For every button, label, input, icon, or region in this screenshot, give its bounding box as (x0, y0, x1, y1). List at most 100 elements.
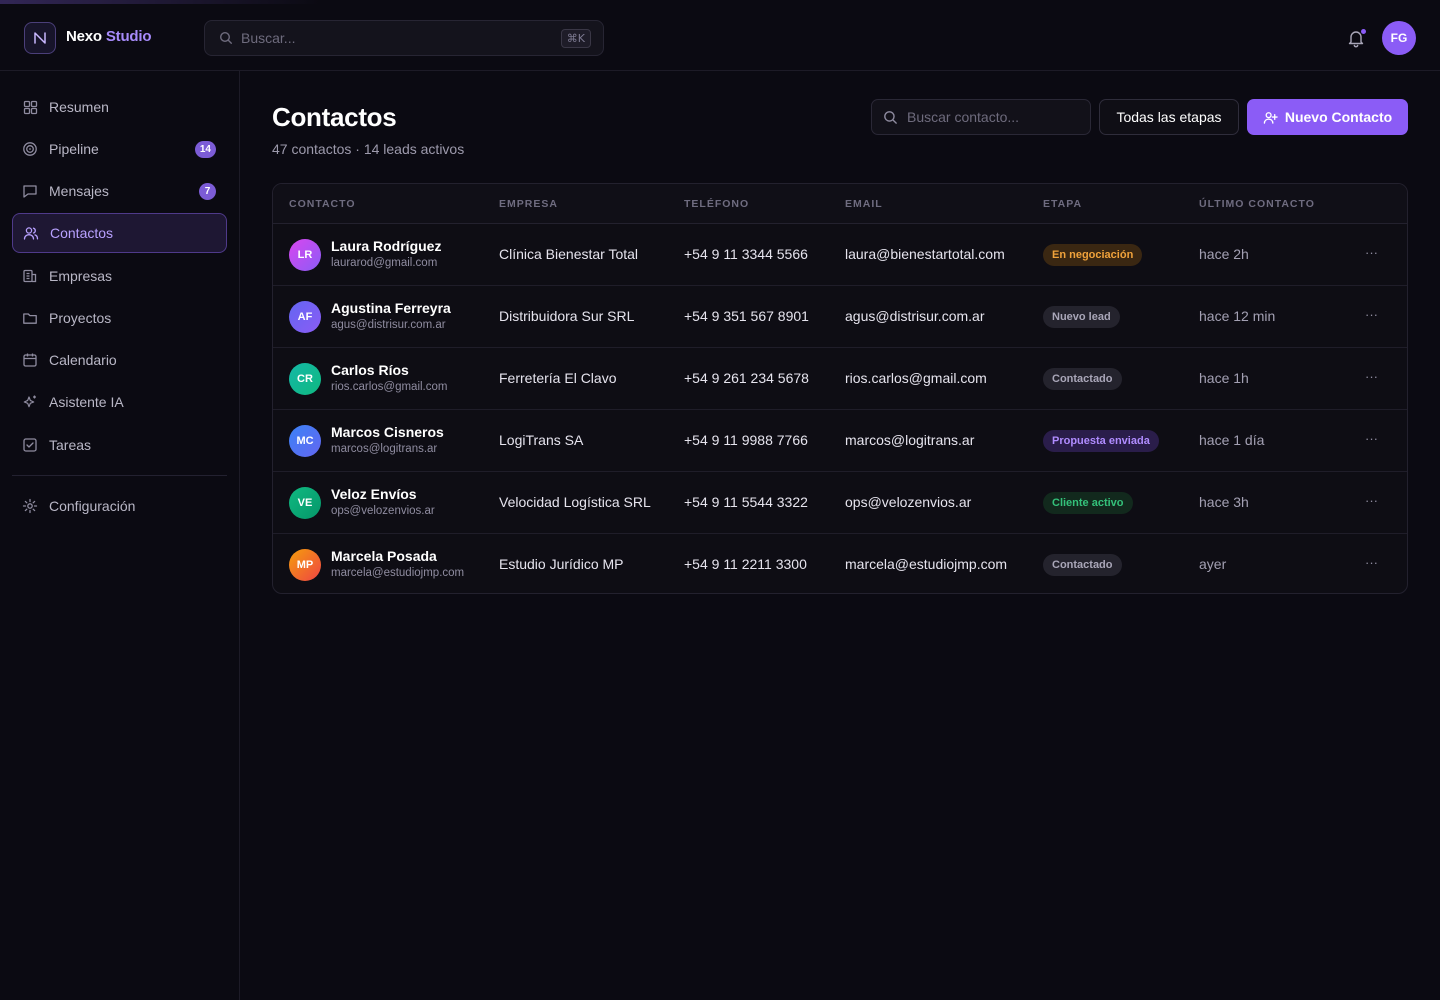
row-more-button[interactable]: ··· (1365, 555, 1378, 570)
contact-subtitle-email: laurarod@gmail.com (331, 257, 438, 269)
contacts-table: CONTACTO EMPRESA TELÉFONO EMAIL ETAPA ÚL… (272, 183, 1408, 594)
email-cell: rios.carlos@gmail.com (845, 370, 987, 386)
sidebar-item-proyectos[interactable]: Proyectos (12, 298, 227, 338)
sparkle-icon (22, 394, 38, 410)
global-search-input[interactable]: Buscar... ⌘K (204, 20, 604, 56)
brand-name[interactable]: Nexo Studio (66, 28, 152, 45)
notification-dot (1361, 29, 1366, 34)
column-header-empresa[interactable]: EMPRESA (499, 198, 558, 210)
stage-filter-dropdown[interactable]: Todas las etapas (1099, 99, 1239, 135)
new-contact-label: Nuevo Contacto (1284, 109, 1393, 125)
sidebar-item-resumen[interactable]: Resumen (12, 87, 227, 127)
contact-name[interactable]: Marcos Cisneros (331, 424, 444, 440)
dashboard-icon (22, 99, 38, 115)
sidebar-item-empresas[interactable]: Empresas (12, 256, 227, 296)
column-header-etapa[interactable]: ETAPA (1043, 198, 1082, 210)
email-cell: laura@bienestartotal.com (845, 246, 1005, 262)
page-subtitle: 47 contactos · 14 leads activos (272, 141, 465, 157)
contact-subtitle-email: marcos@logitrans.ar (331, 443, 438, 455)
avatar: MP (289, 549, 321, 581)
contact-search-input[interactable]: Buscar contacto... (871, 99, 1091, 135)
company-cell: LogiTrans SA (499, 432, 584, 448)
table-row[interactable]: MC Marcos Cisneros marcos@logitrans.ar L… (273, 410, 1407, 472)
table-row[interactable]: MP Marcela Posada marcela@estudiojmp.com… (273, 534, 1407, 593)
row-more-button[interactable]: ··· (1365, 245, 1378, 260)
sidebar-item-label: Asistente IA (49, 394, 124, 410)
contact-name[interactable]: Carlos Ríos (331, 362, 409, 378)
sidebar-item-configuracion[interactable]: Configuración (12, 486, 227, 526)
add-user-icon (1263, 110, 1278, 125)
brand-part2: Studio (105, 28, 152, 45)
users-icon (23, 225, 39, 241)
sidebar-item-label: Empresas (49, 268, 113, 284)
contact-search-placeholder: Buscar contacto... (907, 109, 1020, 125)
row-more-button[interactable]: ··· (1365, 369, 1378, 384)
company-cell: Distribuidora Sur SRL (499, 308, 635, 324)
email-cell: agus@distrisur.com.ar (845, 308, 985, 324)
sidebar-item-label: Pipeline (49, 141, 99, 157)
sidebar-item-contactos[interactable]: Contactos (12, 213, 227, 253)
company-cell: Clínica Bienestar Total (499, 246, 639, 262)
avatar: VE (289, 487, 321, 519)
sidebar-item-mensajes[interactable]: Mensajes 7 (12, 171, 227, 211)
last-contact-cell: hace 12 min (1199, 308, 1276, 324)
phone-cell: +54 9 11 5544 3322 (684, 494, 808, 510)
sidebar-item-tareas[interactable]: Tareas (12, 425, 227, 465)
sidebar-item-asistente-ia[interactable]: Asistente IA (12, 382, 227, 422)
table-header: CONTACTO EMPRESA TELÉFONO EMAIL ETAPA ÚL… (273, 184, 1407, 224)
search-icon (219, 31, 233, 45)
contact-subtitle-email: ops@velozenvios.ar (331, 505, 435, 517)
avatar: MC (289, 425, 321, 457)
table-row[interactable]: VE Veloz Envíos ops@velozenvios.ar Veloc… (273, 472, 1407, 534)
company-cell: Ferretería El Clavo (499, 370, 617, 386)
logo-icon[interactable] (24, 22, 56, 54)
sidebar-item-label: Proyectos (49, 310, 112, 326)
shortcut-hint: ⌘K (560, 29, 591, 48)
last-contact-cell: hace 1h (1199, 370, 1249, 386)
building-icon (22, 268, 38, 284)
last-contact-cell: hace 3h (1199, 494, 1249, 510)
contact-subtitle-email: agus@distrisur.com.ar (331, 319, 446, 331)
search-icon (883, 110, 898, 125)
sidebar-item-label: Contactos (50, 225, 114, 241)
row-more-button[interactable]: ··· (1365, 493, 1378, 508)
message-icon (22, 183, 38, 199)
table-row[interactable]: LR Laura Rodríguez laurarod@gmail.com Cl… (273, 224, 1407, 286)
contact-name[interactable]: Marcela Posada (331, 548, 437, 564)
email-cell: marcos@logitrans.ar (845, 432, 975, 448)
sidebar-item-pipeline[interactable]: Pipeline 14 (12, 129, 227, 169)
user-avatar[interactable]: FG (1382, 21, 1416, 55)
sidebar-item-calendario[interactable]: Calendario (12, 340, 227, 380)
contact-name[interactable]: Laura Rodríguez (331, 238, 441, 254)
status-badge: Nuevo lead (1043, 306, 1120, 328)
table-row[interactable]: CR Carlos Ríos rios.carlos@gmail.com Fer… (273, 348, 1407, 410)
row-more-button[interactable]: ··· (1365, 307, 1378, 322)
status-badge: En negociación (1043, 244, 1143, 266)
phone-cell: +54 9 11 2211 3300 (684, 556, 807, 572)
last-contact-cell: ayer (1199, 556, 1227, 572)
sidebar: Resumen Pipeline 14 Mensajes 7 Contactos… (0, 71, 240, 1000)
status-badge: Contactado (1043, 554, 1122, 576)
email-cell: ops@velozenvios.ar (845, 494, 972, 510)
new-contact-button[interactable]: Nuevo Contacto (1247, 99, 1408, 135)
column-header-contacto[interactable]: CONTACTO (289, 198, 356, 210)
checkbox-icon (22, 437, 38, 453)
calendar-icon (22, 352, 38, 368)
row-more-button[interactable]: ··· (1365, 431, 1378, 446)
phone-cell: +54 9 351 567 8901 (684, 308, 809, 324)
column-header-telefono[interactable]: TELÉFONO (684, 198, 749, 210)
table-row[interactable]: AF Agustina Ferreyra agus@distrisur.com.… (273, 286, 1407, 348)
contact-subtitle-email: marcela@estudiojmp.com (331, 567, 465, 579)
column-header-email[interactable]: EMAIL (845, 198, 883, 210)
sidebar-item-label: Resumen (49, 99, 109, 115)
sidebar-item-label: Configuración (49, 498, 136, 514)
column-header-ultimo-contacto[interactable]: ÚLTIMO CONTACTO (1199, 198, 1315, 210)
gear-icon (22, 498, 38, 514)
contact-name[interactable]: Agustina Ferreyra (331, 300, 451, 316)
target-icon (22, 141, 38, 157)
contact-name[interactable]: Veloz Envíos (331, 486, 417, 502)
page-title: Contactos (272, 102, 397, 132)
phone-cell: +54 9 261 234 5678 (684, 370, 809, 386)
avatar: LR (289, 239, 321, 271)
phone-cell: +54 9 11 9988 7766 (684, 432, 808, 448)
